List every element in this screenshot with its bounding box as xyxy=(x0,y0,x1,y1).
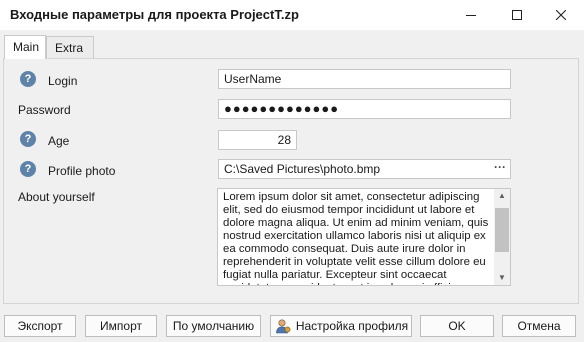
about-textarea[interactable]: Lorem ipsum dolor sit amet, consectetur … xyxy=(217,188,511,286)
export-button[interactable]: Экспорт xyxy=(4,315,76,337)
age-input[interactable]: 28 xyxy=(218,130,297,150)
window-title: Входные параметры для проекта ProjectT.z… xyxy=(10,7,299,22)
minimize-icon xyxy=(466,15,476,16)
age-help-icon[interactable]: ? xyxy=(20,131,36,147)
maximize-button[interactable] xyxy=(494,0,540,30)
photo-path-input[interactable]: C:\Saved Pictures\photo.bmp ··· xyxy=(218,159,511,179)
main-tab-panel: ? Login UserName Password ●●●●●●●●●●●●● … xyxy=(3,58,579,304)
minimize-button[interactable] xyxy=(448,0,494,30)
cancel-button[interactable]: Отмена xyxy=(502,315,576,337)
defaults-button[interactable]: По умолчанию xyxy=(166,315,261,337)
tab-bar: Main Extra xyxy=(0,30,584,59)
tab-extra[interactable]: Extra xyxy=(46,36,94,58)
tab-main-label: Main xyxy=(13,40,40,54)
close-button[interactable] xyxy=(538,0,584,30)
photo-label: Profile photo xyxy=(48,164,116,178)
about-text: Lorem ipsum dolor sit amet, consectetur … xyxy=(223,191,489,285)
user-settings-icon xyxy=(276,319,291,334)
maximize-icon xyxy=(512,10,522,20)
ok-button[interactable]: OK xyxy=(420,315,494,337)
scroll-thumb[interactable] xyxy=(495,208,509,252)
password-input[interactable]: ●●●●●●●●●●●●● xyxy=(218,99,511,119)
close-icon xyxy=(556,10,566,20)
scroll-down-arrow-icon[interactable]: ▼ xyxy=(494,271,510,285)
import-button[interactable]: Импорт xyxy=(85,315,157,337)
browse-button[interactable]: ··· xyxy=(490,160,510,178)
photo-help-icon[interactable]: ? xyxy=(20,161,36,177)
photo-path-value: C:\Saved Pictures\photo.bmp xyxy=(224,162,381,176)
title-bar[interactable]: Входные параметры для проекта ProjectT.z… xyxy=(0,0,584,30)
tab-main[interactable]: Main xyxy=(4,35,46,59)
login-input[interactable]: UserName xyxy=(218,69,511,89)
scroll-up-arrow-icon[interactable]: ▲ xyxy=(494,189,510,203)
login-help-icon[interactable]: ? xyxy=(20,71,36,87)
age-label: Age xyxy=(48,134,70,148)
login-label: Login xyxy=(48,74,78,88)
profile-settings-button[interactable]: Настройка профиля xyxy=(270,315,412,337)
password-label: Password xyxy=(18,103,71,117)
about-label: About yourself xyxy=(18,190,95,204)
profile-settings-label: Настройка профиля xyxy=(295,319,409,333)
about-scrollbar[interactable]: ▲ ▼ xyxy=(494,189,510,285)
tab-extra-label: Extra xyxy=(55,41,84,55)
